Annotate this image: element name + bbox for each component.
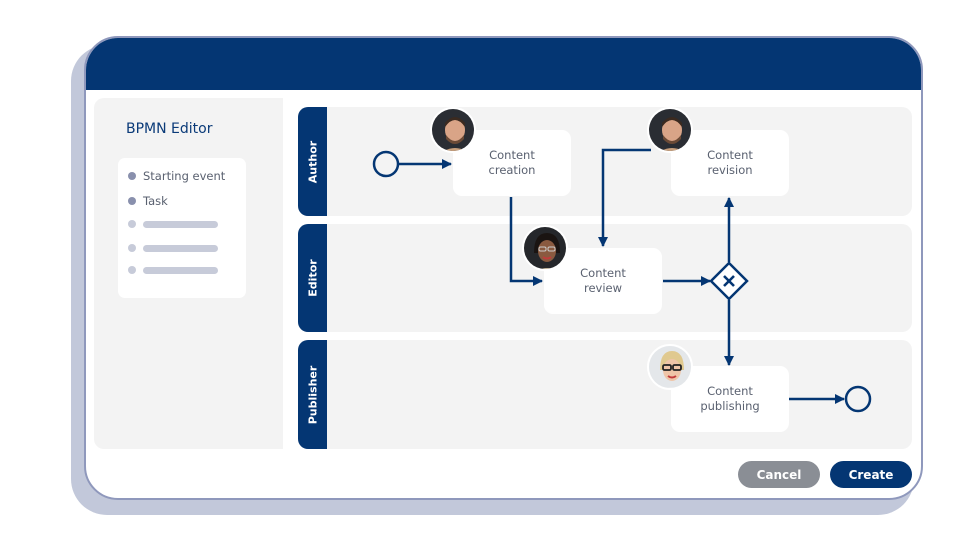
- task-label-line2: publishing: [700, 399, 760, 413]
- editor-avatar: [522, 225, 568, 271]
- task-label-line1: Content: [707, 148, 753, 162]
- author-avatar: [647, 107, 693, 153]
- task-label-line2: revision: [707, 163, 753, 177]
- start-event[interactable]: [372, 150, 400, 178]
- create-button[interactable]: Create: [830, 461, 912, 488]
- task-label-line2: creation: [488, 163, 536, 177]
- task-label-line1: Content: [707, 384, 753, 398]
- author-avatar: [430, 107, 476, 153]
- publisher-avatar: [647, 344, 693, 390]
- flow-revision-to-review: [598, 148, 651, 247]
- task-label-line2: review: [583, 281, 623, 295]
- task-label-line1: Content: [489, 148, 535, 162]
- flow-connectors: [372, 148, 872, 413]
- end-event[interactable]: [844, 385, 872, 413]
- cancel-button[interactable]: Cancel: [738, 461, 820, 488]
- task-label-line1: Content: [580, 266, 626, 280]
